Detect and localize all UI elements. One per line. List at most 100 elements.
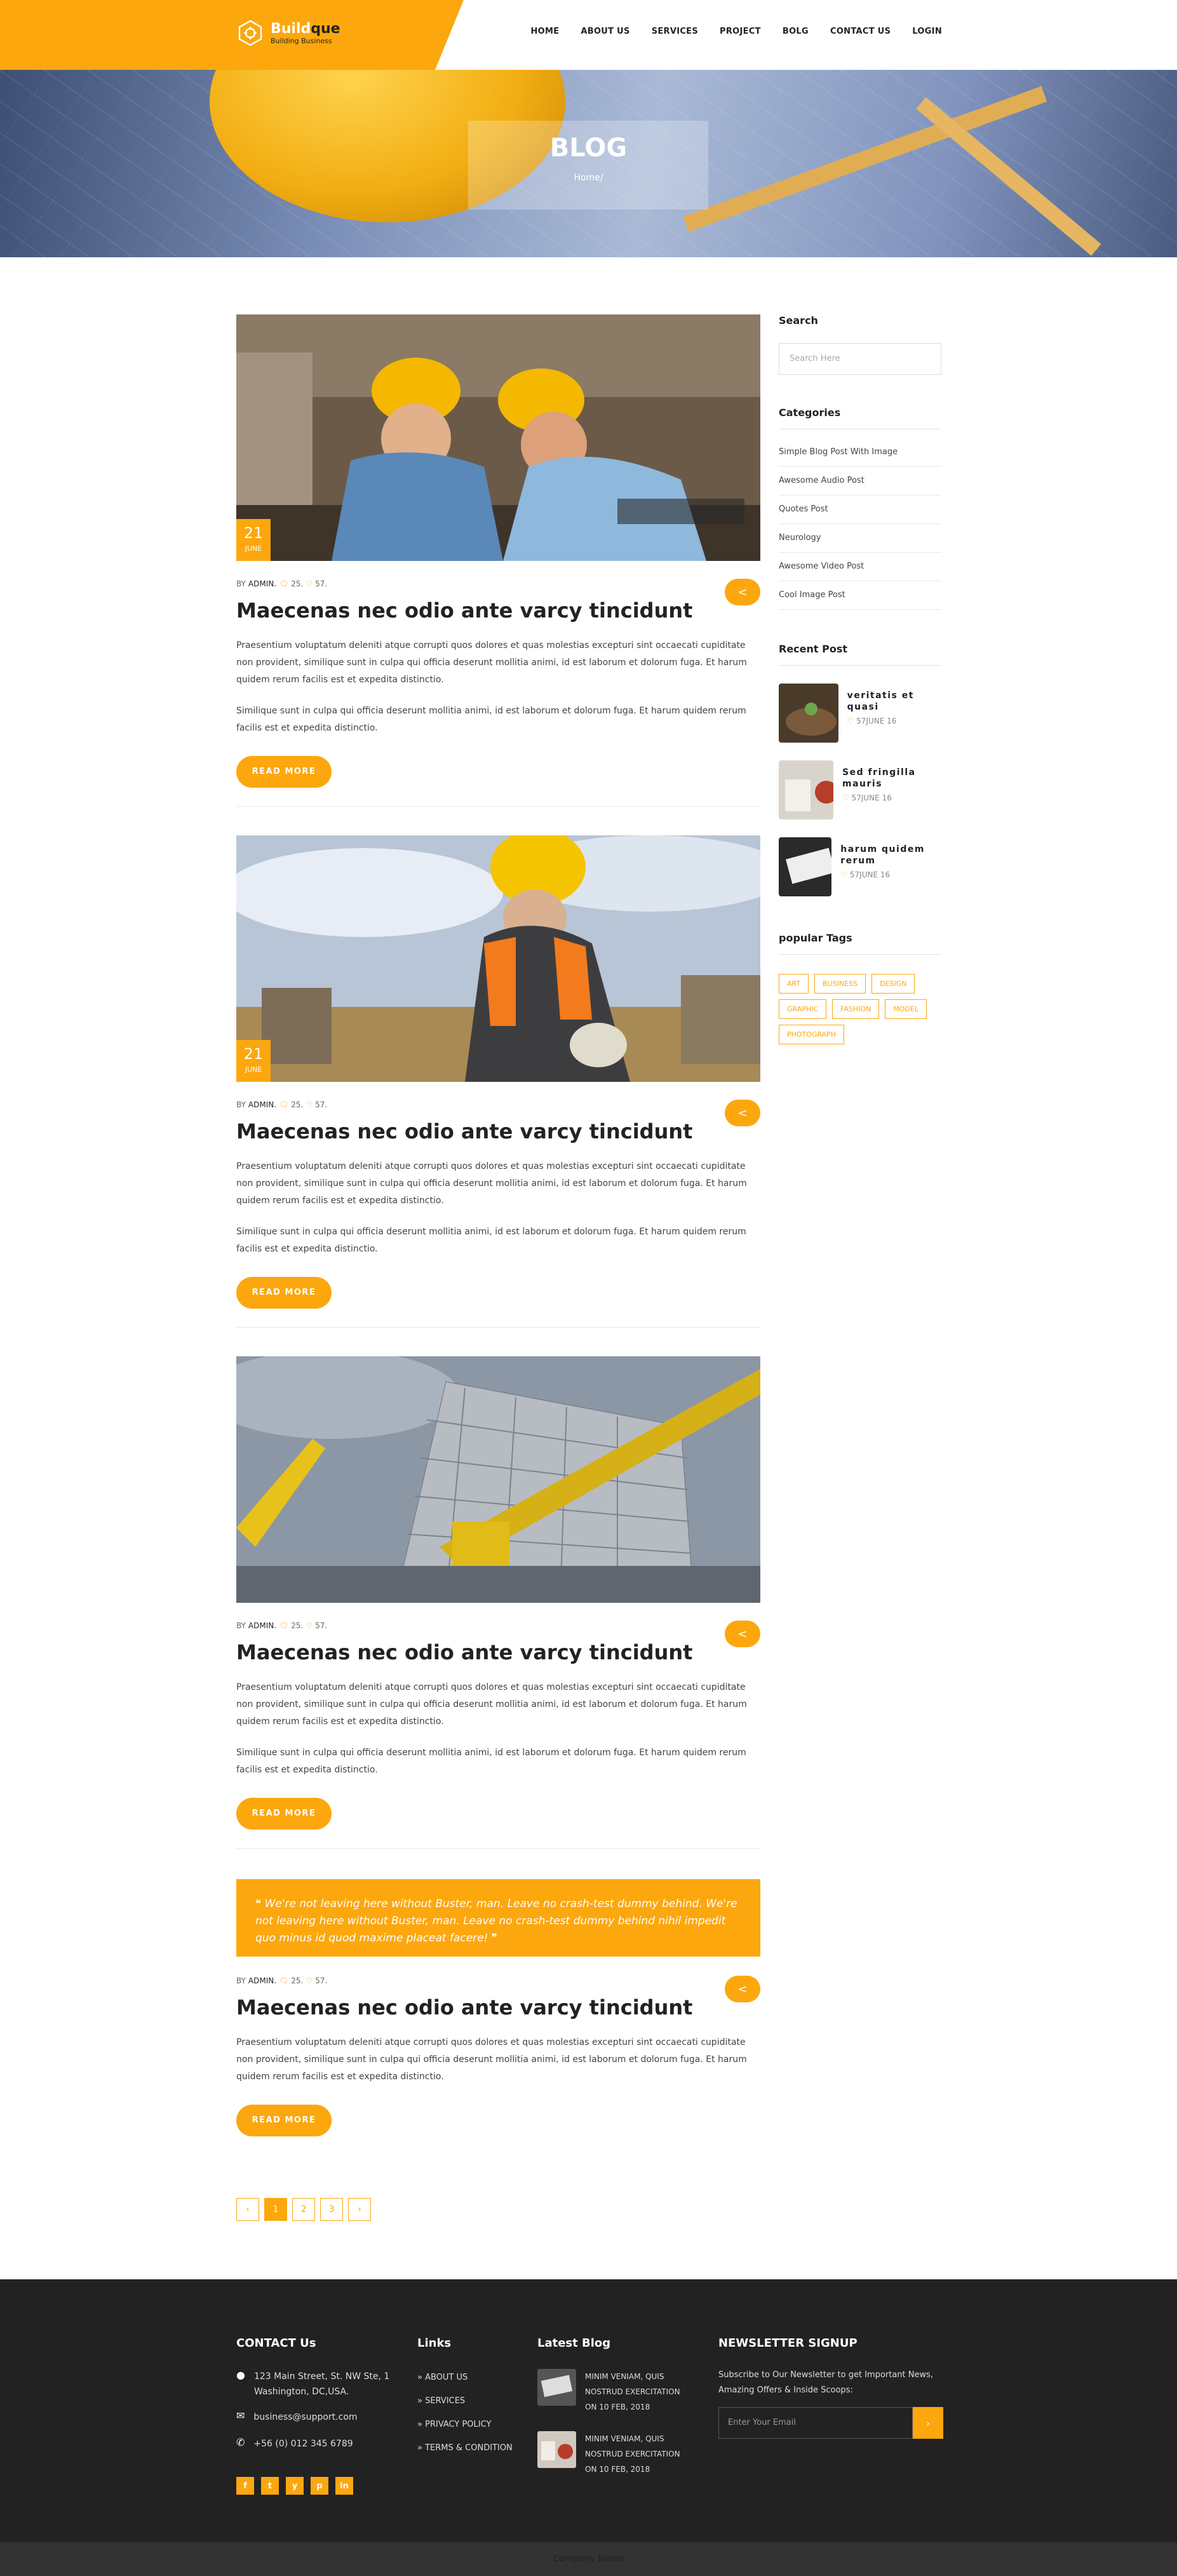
tag-item[interactable]: PHOTOGRAPH [779,1025,845,1044]
tag-item[interactable]: GRAPHIC [779,999,827,1019]
category-item[interactable]: Neurology [779,524,941,553]
like-count: 57. [315,579,328,588]
read-more-button[interactable]: READ MORE [236,1277,332,1309]
share-button[interactable]: < [725,1100,760,1126]
post-title[interactable]: Maecenas nec odio ante varcy tincidunt [236,1995,760,2020]
nav-about-us[interactable]: ABOUT US [581,27,629,36]
footer-email[interactable]: business@support.com [253,2410,357,2425]
recent-post-title[interactable]: harum quidem rerum [840,844,941,867]
recent-post[interactable]: harum quidem rerum ♡ 57JUNE 16 [779,837,941,896]
pagination-page-2[interactable]: 2 [292,2198,315,2221]
footer-links: Links » ABOUT US » SERVICES » PRIVACY PO… [417,2337,525,2453]
footer-phone[interactable]: +56 (0) 012 345 6789 [253,2436,353,2451]
footer-blog-item[interactable]: MINIM VENIAM, QUIS NOSTRUD EXERCITATION O… [537,2431,703,2477]
logo-tagline: Building Business [271,36,332,45]
recent-post-title[interactable]: veritatis et quasi [847,690,941,713]
footer-link-services[interactable]: » SERVICES [417,2396,525,2406]
post-author[interactable]: ADMIN. [248,1976,276,1985]
post-author[interactable]: ADMIN. [248,579,276,588]
post-title[interactable]: Maecenas nec odio ante varcy tincidunt [236,1119,760,1144]
share-icon: < [737,1106,748,1120]
post-excerpt: Similique sunt in culpa qui officia dese… [236,1748,746,1775]
tag-item[interactable]: FASHION [832,999,880,1019]
post-author[interactable]: ADMIN. [248,1100,276,1109]
share-button[interactable]: < [725,1621,760,1647]
newsletter-email-input[interactable]: Enter Your Email [718,2407,913,2439]
comment-count: 25. [291,1621,304,1630]
post-author[interactable]: ADMIN. [248,1621,276,1630]
post-image-scaffold[interactable] [236,1356,760,1603]
pagination-page-1[interactable]: 1 [264,2198,287,2221]
share-button[interactable]: < [725,579,760,605]
recent-post-thumbnail[interactable] [779,684,838,743]
twitter-icon[interactable]: t [261,2477,279,2495]
post-meta: BY ADMIN. 🗨 25. ♡ 57. [236,1976,328,1985]
heart-icon: ♡ [306,1100,313,1109]
divider [779,665,941,666]
tag-item[interactable]: DESIGN [871,974,915,994]
category-item[interactable]: Awesome Video Post [779,553,941,581]
footer-latest-blog: Latest Blog MINIM VENIAM, QUIS NOSTRUD E… [537,2337,703,2477]
pinterest-icon[interactable]: p [311,2477,328,2495]
category-item[interactable]: Awesome Audio Post [779,467,941,496]
footer-link-about[interactable]: » ABOUT US [417,2373,525,2382]
footer-link-terms[interactable]: » TERMS & CONDITION [417,2443,525,2453]
blog-post: BY ADMIN. 🗨 25. ♡ 57. < Maecenas nec odi… [236,1356,760,1830]
tags-heading: popular Tags [779,932,852,944]
divider [236,1848,760,1849]
category-item[interactable]: Simple Blog Post With Image [779,438,941,467]
share-button[interactable]: < [725,1976,760,2002]
linkedin-icon[interactable]: in [335,2477,353,2495]
comment-count: 25. [291,1976,304,1985]
tag-item[interactable]: MODEL [885,999,927,1019]
newsletter-text: Subscribe to Our Newsletter to get Impor… [718,2370,934,2395]
category-item[interactable]: Quotes Post [779,496,941,524]
share-icon: < [737,1982,748,1996]
pagination-next[interactable]: › [348,2198,371,2221]
newsletter-submit-button[interactable]: › [913,2407,943,2439]
youtube-icon[interactable]: y [286,2477,304,2495]
breadcrumb[interactable]: Home/ [0,173,1177,183]
pagination-page-3[interactable]: 3 [320,2198,343,2221]
nav-project[interactable]: PROJECT [720,27,761,36]
blog-post: 21 JUNE BY ADMIN. 🗨 25. ♡ 57. < Maecenas… [236,314,760,788]
post-title[interactable]: Maecenas nec odio ante varcy tincidunt [236,1640,760,1665]
read-more-button[interactable]: READ MORE [236,1798,332,1830]
footer-blog-thumbnail[interactable] [537,2369,576,2406]
pagination-prev[interactable]: ‹ [236,2198,259,2221]
chevron-right-icon: » [417,2396,422,2406]
nav-contact-us[interactable]: CONTACT US [830,27,891,36]
facebook-icon[interactable]: f [236,2477,254,2495]
footer-blog-item[interactable]: MINIM VENIAM, QUIS NOSTRUD EXERCITATION O… [537,2369,703,2415]
footer-link-privacy[interactable]: » PRIVACY POLICY [417,2420,525,2429]
tag-cloud: ART BUSINESS DESIGN GRAPHIC FASHION MODE… [779,974,941,1044]
recent-post[interactable]: Sed fringilla mauris ♡ 57JUNE 16 [779,760,941,819]
footer-heading: Links [417,2337,452,2350]
post-image-worker[interactable]: 21 JUNE [236,835,760,1082]
tag-item[interactable]: ART [779,974,809,994]
nav-services[interactable]: SERVICES [652,27,698,36]
like-count: 57. [315,1100,328,1109]
like-count: 57. [315,1976,328,1985]
post-image-workers[interactable]: 21 JUNE [236,314,760,561]
recent-post-thumbnail[interactable] [779,837,832,896]
category-item[interactable]: Cool Image Post [779,581,941,610]
read-more-button[interactable]: READ MORE [236,2105,332,2136]
nav-login[interactable]: LOGIN [912,27,942,36]
map-pin-icon: ● [236,2369,245,2381]
recent-post-title[interactable]: Sed fringilla mauris [842,767,941,790]
read-more-button[interactable]: READ MORE [236,756,332,788]
recent-post[interactable]: veritatis et quasi ♡ 57JUNE 16 [779,684,941,743]
tag-item[interactable]: BUSINESS [814,974,866,994]
pagination: ‹ 1 2 3 › [236,2198,371,2221]
post-title[interactable]: Maecenas nec odio ante varcy tincidunt [236,598,760,623]
footer-contact: CONTACT Us ● 123 Main Street, St. NW Ste… [236,2337,401,2495]
search-input[interactable]: Search Here [779,343,941,375]
nav-blog[interactable]: BOLG [783,27,809,36]
nav-home[interactable]: HOME [530,27,559,36]
logo[interactable]: Buildque Building Business [236,19,340,47]
recent-post-thumbnail[interactable] [779,760,833,819]
heart-icon: ♡ [840,870,848,879]
footer-blog-thumbnail[interactable] [537,2431,576,2468]
phone-icon: ✆ [236,2436,245,2448]
